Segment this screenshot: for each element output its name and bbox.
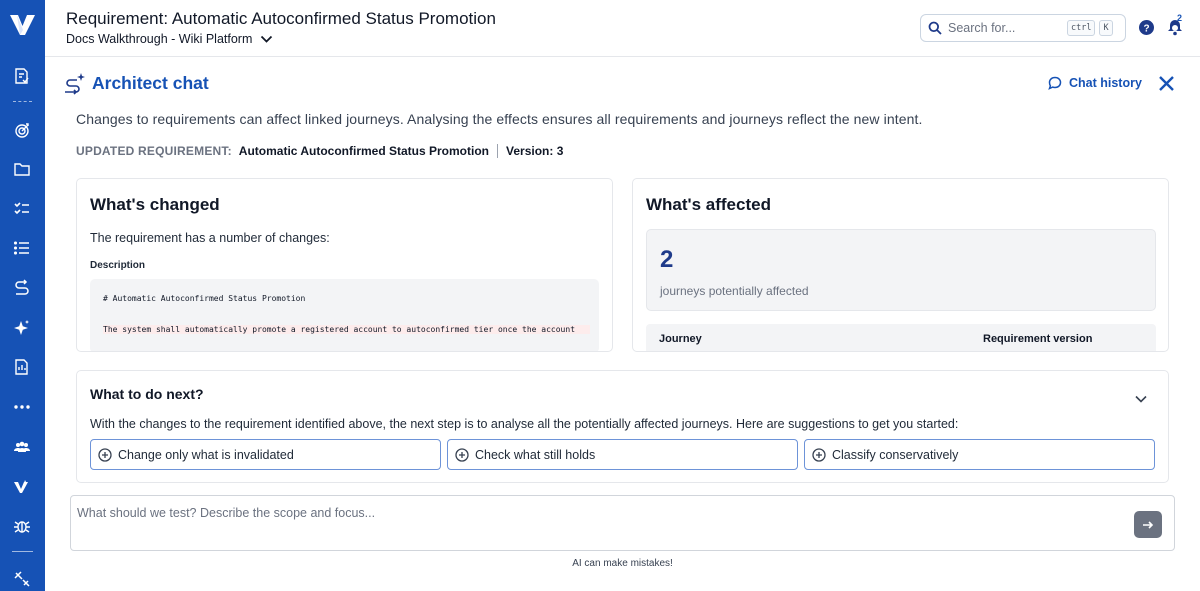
chat-title: Architect chat [92,73,209,93]
suggestion-label: Change only what is invalidated [118,447,294,462]
collapse-chevron-icon[interactable] [1134,392,1148,406]
affected-count: 2 [660,246,674,273]
affected-table-header: Journey Requirement version [646,324,1156,351]
affected-count-label: journeys potentially affected [660,284,809,298]
requirement-version: Version: 3 [506,144,564,158]
suggestion-button-change-only[interactable]: Change only what is invalidated [90,439,441,470]
plus-circle-icon [455,447,469,462]
sidebar-divider [12,551,33,552]
intro-text: Changes to requirements can affect linke… [76,111,923,127]
updated-requirement-line: UPDATED REQUIREMENT: Automatic Autoconfi… [76,144,563,158]
bug-icon[interactable] [12,516,32,536]
more-icon[interactable] [12,397,32,417]
suggestion-button-check-holds[interactable]: Check what still holds [447,439,798,470]
tools-icon[interactable] [12,569,32,589]
page-title: Requirement: Automatic Autoconfirmed Sta… [66,9,496,28]
diff-line-changed: The system shall automatically promote a… [103,325,591,334]
chat-composer [70,495,1175,551]
plus-circle-icon [98,447,112,462]
updated-requirement-key: UPDATED REQUIREMENT: [76,144,232,158]
what-next-title: What to do next? [90,386,204,402]
suggestion-label: Check what still holds [475,447,596,462]
search-input[interactable] [948,21,1063,35]
chat-history-label: Chat history [1069,76,1142,90]
whats-affected-card: What's affected 2 journeys potentially a… [632,178,1169,352]
report-icon[interactable] [12,357,32,377]
affected-journeys-stat: 2 journeys potentially affected [646,229,1156,311]
close-icon[interactable] [1158,75,1175,92]
search-box[interactable]: ctrl K [920,14,1126,42]
what-next-card: What to do next? With the changes to the… [76,370,1169,483]
help-icon[interactable]: ? [1139,20,1154,35]
send-button[interactable] [1134,511,1162,538]
chat-bubble-icon [1048,76,1062,90]
journey-icon[interactable] [12,278,32,298]
diff-line: # Automatic Autoconfirmed Status Promoti… [103,294,306,303]
suggestion-label: Classify conservatively [832,447,959,462]
notification-count-badge: 2 [1177,13,1183,23]
chat-message-input[interactable] [77,506,1117,546]
svg-text:?: ? [1143,24,1149,35]
sparkle-icon[interactable] [12,318,32,338]
brand-icon[interactable] [12,477,32,497]
chat-history-button[interactable]: Chat history [1048,76,1142,90]
arrow-right-icon [1143,520,1154,529]
top-bar: Requirement: Automatic Autoconfirmed Sta… [45,0,1200,57]
what-next-description: With the changes to the requirement iden… [90,417,959,431]
shortcut-k-key: K [1099,20,1113,36]
breadcrumb-label: Docs Walkthrough - Wiki Platform [66,32,253,46]
checklist-icon[interactable] [12,198,32,218]
ai-disclaimer: AI can make mistakes! [572,558,673,569]
folder-icon[interactable] [12,159,32,179]
team-icon[interactable] [12,437,32,457]
architect-sparkle-icon [65,73,85,95]
updated-requirement-name[interactable]: Automatic Autoconfirmed Status Promotion [239,144,489,158]
description-diff-block: # Automatic Autoconfirmed Status Promoti… [90,279,599,351]
list-icon[interactable] [12,238,32,258]
app-logo-icon[interactable] [9,12,36,38]
breadcrumb-project-selector[interactable]: Docs Walkthrough - Wiki Platform [66,32,273,46]
requirements-icon[interactable] [12,66,32,86]
description-label: Description [90,260,146,271]
target-icon[interactable] [12,120,32,140]
whats-changed-title: What's changed [90,195,220,214]
whats-affected-title: What's affected [646,195,771,214]
suggestion-button-classify[interactable]: Classify conservatively [804,439,1155,470]
chevron-down-icon [261,35,273,43]
changes-lead-text: The requirement has a number of changes: [90,231,330,245]
separator [497,144,499,158]
plus-circle-icon [812,447,826,462]
column-header-journey[interactable]: Journey [659,333,702,345]
sidebar [0,0,45,591]
column-header-requirement-version[interactable]: Requirement version [983,333,1092,345]
search-icon [928,21,942,35]
sidebar-divider [13,101,32,102]
shortcut-ctrl-key: ctrl [1067,20,1096,36]
whats-changed-card: What's changed The requirement has a num… [76,178,613,352]
